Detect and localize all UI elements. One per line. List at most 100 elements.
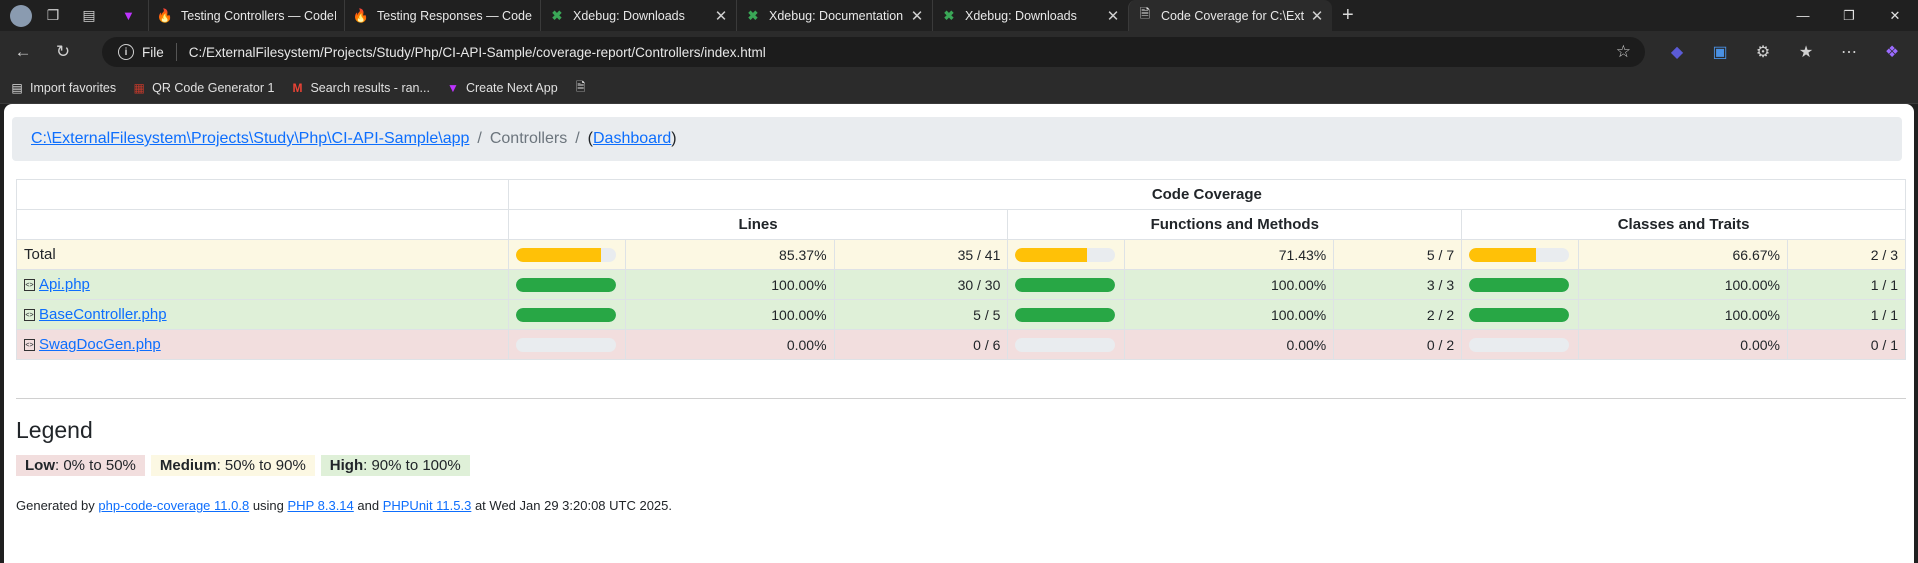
file-link[interactable]: BaseController.php — [39, 306, 167, 323]
footer-text: at Wed Jan 29 3:20:08 UTC 2025. — [471, 498, 673, 513]
bookmark-label: Import favorites — [30, 81, 117, 95]
functions-bar-cell — [1007, 269, 1126, 300]
site-info-icon[interactable]: i — [118, 44, 134, 60]
functions-progress-bar — [1015, 307, 1116, 322]
breadcrumb-separator: / — [575, 130, 580, 147]
classes-progress-bar — [1469, 247, 1570, 262]
phpunit-link[interactable]: PHPUnit 11.5.3 — [383, 498, 472, 513]
navigation-bar: ← ↻ i File C:/ExternalFilesystem/Project… — [0, 31, 1918, 73]
new-tab-icon[interactable]: + — [1342, 4, 1354, 27]
pinned-tab[interactable]: ▼ — [114, 0, 148, 31]
close-window-icon[interactable]: ✕ — [1872, 0, 1918, 31]
browser-tab-active[interactable]: 🗎 Code Coverage for C:\ExternalFile ✕ — [1128, 0, 1332, 31]
php-code-coverage-link[interactable]: php-code-coverage 11.0.8 — [98, 498, 249, 513]
refresh-icon[interactable]: ↻ — [46, 35, 80, 69]
close-tab-icon[interactable]: ✕ — [1106, 7, 1120, 25]
browser-tab[interactable]: 🔥 Testing Controllers — CodeIgnite — [148, 0, 344, 31]
classes-percent: 0.00% — [1578, 329, 1788, 360]
total-label: Total — [24, 246, 56, 263]
favorites-icon[interactable]: ★ — [1789, 37, 1823, 67]
tab-title: Testing Responses — CodeIgniter — [377, 8, 532, 23]
php-link[interactable]: PHP 8.3.14 — [288, 498, 354, 513]
name-cell: <> BaseController.php — [16, 299, 509, 330]
lines-ratio: 0 / 6 — [833, 329, 1009, 360]
bookmark-import-favorites[interactable]: ▤ Import favorites — [10, 81, 116, 95]
functions-bar-cell — [1007, 239, 1126, 270]
copilot-icon[interactable]: ❖ — [1875, 37, 1909, 67]
minimize-icon[interactable]: — — [1780, 0, 1826, 31]
lines-percent: 100.00% — [624, 299, 835, 330]
favorite-star-icon[interactable]: ☆ — [1616, 42, 1631, 62]
back-icon[interactable]: ← — [6, 35, 40, 69]
functions-ratio: 5 / 7 — [1333, 239, 1463, 270]
lines-percent: 0.00% — [624, 329, 835, 360]
bookmark-page[interactable]: 🗎 — [574, 80, 594, 95]
lines-percent: 100.00% — [624, 269, 835, 300]
workspaces-icon[interactable]: ❐ — [42, 5, 64, 27]
close-tab-icon[interactable]: ✕ — [910, 7, 924, 25]
legend-low-label: Low — [25, 457, 55, 474]
classes-progress-bar — [1469, 277, 1570, 292]
classes-bar-cell — [1461, 329, 1580, 360]
functions-progress-bar — [1015, 247, 1116, 262]
legend-low-range: : 0% to 50% — [55, 457, 136, 474]
bookmark-search-results[interactable]: M Search results - ran... — [290, 81, 430, 95]
url-text[interactable]: C:/ExternalFilesystem/Projects/Study/Php… — [189, 45, 766, 60]
browser-tab[interactable]: ✖ Xdebug: Downloads ✕ — [932, 0, 1128, 31]
xdebug-icon: ✖ — [747, 7, 759, 23]
lines-progress-bar — [515, 247, 616, 262]
header-code-coverage: Code Coverage — [507, 179, 1907, 210]
legend-medium-label: Medium — [159, 457, 217, 474]
browser-tab[interactable]: ✖ Xdebug: Documentation » Installa ✕ — [736, 0, 932, 31]
close-tab-icon[interactable]: ✕ — [1310, 7, 1324, 25]
name-cell: <> Api.php — [16, 269, 509, 300]
footer-text: Generated by — [16, 498, 99, 513]
name-cell: <> SwagDocGen.php — [16, 329, 509, 360]
toolbar-buttons: ◆ ▣ ⚙ ★ ⋯ ❖ — [1660, 37, 1918, 67]
lines-ratio: 30 / 30 — [833, 269, 1009, 300]
breadcrumb-root-link[interactable]: C:\ExternalFilesystem\Projects\Study\Php… — [31, 130, 469, 148]
classes-percent: 66.67% — [1578, 239, 1788, 270]
table-row: <> SwagDocGen.php 0.00% 0 / 6 0.00% 0 / 2 0.00… — [16, 329, 1907, 360]
browser-tab[interactable]: ✖ Xdebug: Downloads ✕ — [540, 0, 736, 31]
functions-bar-cell — [1007, 299, 1126, 330]
classes-progress-fill — [1469, 307, 1570, 322]
bookmark-qr-code[interactable]: ▦ QR Code Generator 1 — [132, 81, 274, 95]
close-tab-icon[interactable]: ✕ — [714, 7, 728, 25]
classes-progress-bar — [1469, 307, 1570, 322]
functions-progress-fill — [1015, 307, 1116, 322]
bookmark-label: Create Next App — [465, 81, 558, 95]
vertical-tabs-icon[interactable]: ▤ — [78, 5, 100, 27]
file-link[interactable]: SwagDocGen.php — [39, 336, 161, 353]
dashboard-link[interactable]: Dashboard — [593, 130, 671, 148]
extensions-icon[interactable]: ⚙ — [1746, 37, 1780, 67]
file-link[interactable]: Api.php — [39, 276, 90, 293]
tab-title: Code Coverage for C:\ExternalFile — [1161, 8, 1304, 23]
address-bar[interactable]: i File C:/ExternalFilesystem/Projects/St… — [102, 37, 1645, 67]
extension-icon[interactable]: ▣ — [1703, 37, 1737, 67]
legend-medium: Medium: 50% to 90% — [150, 455, 315, 476]
classes-bar-cell — [1461, 299, 1580, 330]
functions-percent: 71.43% — [1124, 239, 1335, 270]
profile-avatar[interactable] — [10, 4, 32, 27]
functions-percent: 100.00% — [1124, 269, 1335, 300]
lines-percent: 85.37% — [624, 239, 835, 270]
extension-icon[interactable]: ◆ — [1660, 37, 1694, 67]
tab-title: Testing Controllers — CodeIgnite — [181, 8, 336, 23]
lines-progress-fill — [515, 277, 616, 292]
footer-text: and — [353, 498, 383, 513]
lines-progress-fill — [515, 307, 616, 322]
classes-progress-fill — [1469, 247, 1536, 262]
scheme-label: File — [142, 44, 164, 60]
lines-bar-cell — [507, 269, 626, 300]
bookmark-create-next-app[interactable]: ▼ Create Next App — [446, 81, 558, 95]
codeigniter-icon: 🔥 — [352, 7, 370, 23]
lines-bar-cell — [507, 239, 626, 270]
functions-ratio: 0 / 2 — [1333, 329, 1463, 360]
functions-progress-fill — [1015, 247, 1087, 262]
lines-progress-bar — [515, 337, 616, 352]
browser-tab[interactable]: 🔥 Testing Responses — CodeIgniter — [344, 0, 540, 31]
lines-ratio: 5 / 5 — [833, 299, 1009, 330]
restore-icon[interactable]: ❐ — [1826, 0, 1872, 31]
more-menu-icon[interactable]: ⋯ — [1832, 37, 1866, 67]
